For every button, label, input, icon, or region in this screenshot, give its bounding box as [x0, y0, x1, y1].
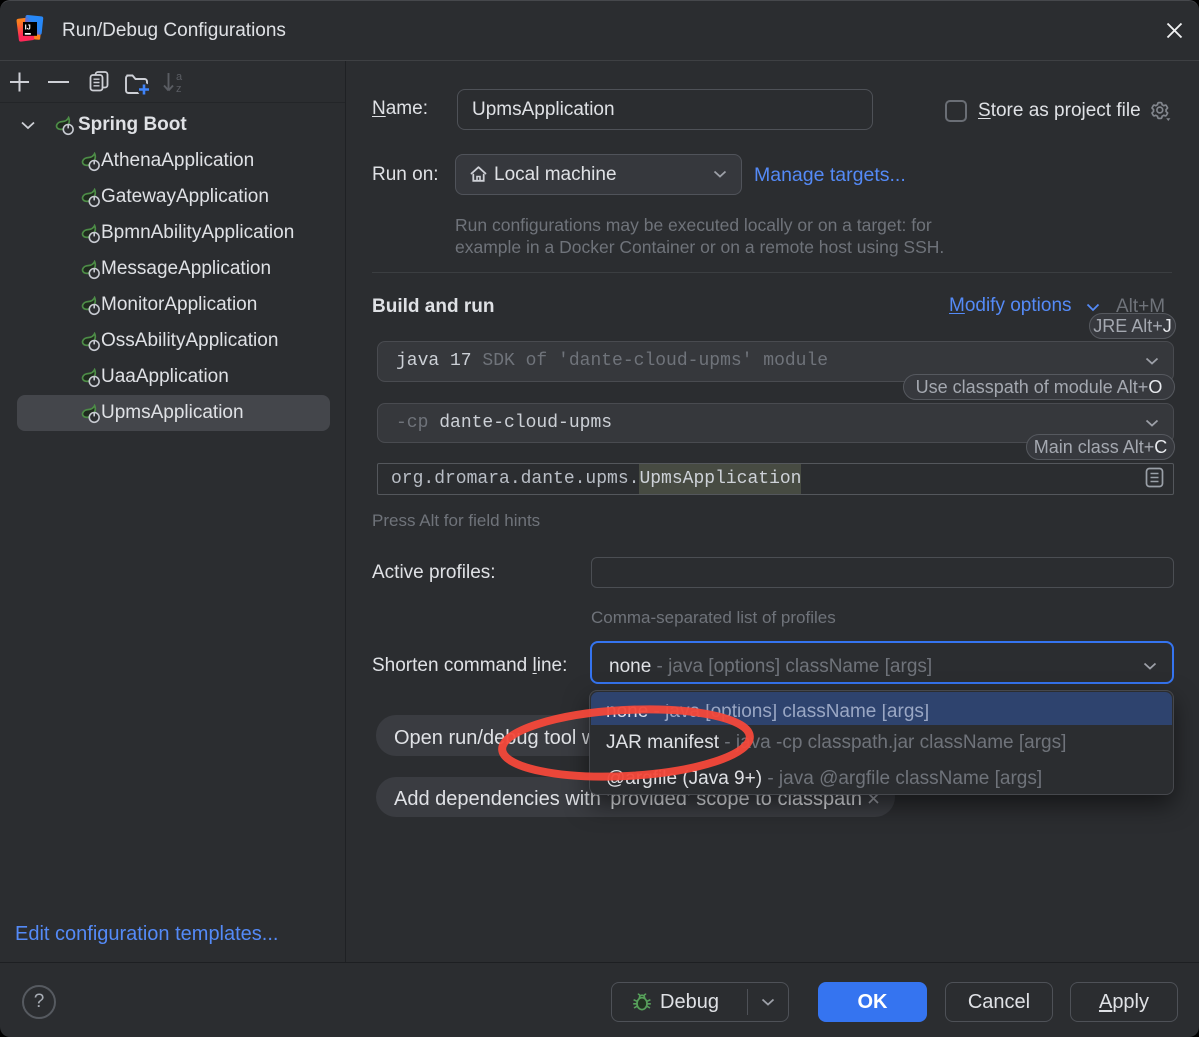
svg-text:z: z — [176, 83, 182, 95]
svg-text:a: a — [176, 71, 183, 83]
svg-text:IJ: IJ — [25, 22, 31, 31]
